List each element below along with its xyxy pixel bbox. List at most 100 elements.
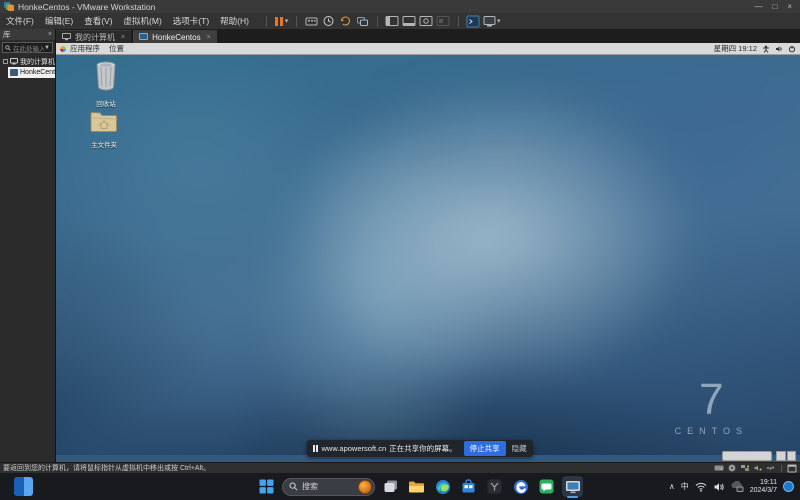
search-highlight-icon[interactable] <box>358 480 372 494</box>
display-settings-button[interactable]: ▾ <box>483 14 501 28</box>
menu-help[interactable]: 帮助(H) <box>220 15 249 27</box>
accessibility-icon[interactable] <box>762 45 770 53</box>
tab-close-icon[interactable]: × <box>207 34 211 41</box>
desktop-icon-label: 主文件夹 <box>82 139 126 149</box>
revert-snapshot-button[interactable] <box>338 14 353 28</box>
places-menu[interactable]: 位置 <box>109 43 124 54</box>
menu-vm[interactable]: 虚拟机(M) <box>124 15 162 27</box>
desktop-icon-trash[interactable]: 回收站 <box>84 60 128 108</box>
computer-icon <box>62 33 71 41</box>
vm-guest-screen[interactable]: 应用程序 位置 星期四 19:12 回收站 <box>56 43 800 462</box>
tray-expand-icon[interactable]: ∧ <box>669 482 675 491</box>
sharing-pause-icon[interactable] <box>313 445 318 452</box>
file-explorer-button[interactable] <box>406 476 427 497</box>
library-close-icon[interactable]: × <box>48 31 52 38</box>
minimize-button[interactable]: — <box>754 0 762 13</box>
vm-icon <box>10 69 18 76</box>
send-ctrl-alt-del-button[interactable] <box>304 14 319 28</box>
screen: HonkeCentos - VMware Workstation — □ × 文… <box>0 0 800 500</box>
gnome-clock[interactable]: 星期四 19:12 <box>714 43 757 54</box>
library-search-input[interactable]: 在此处输入... ▼ <box>2 42 53 53</box>
microsoft-store-button[interactable] <box>458 476 479 497</box>
search-dropdown-icon[interactable]: ▼ <box>44 45 50 51</box>
wifi-icon[interactable] <box>695 482 707 492</box>
thumbnail-panel-icon <box>402 15 416 27</box>
power-pause-button[interactable]: ▾ <box>274 14 289 28</box>
restore-view-icon[interactable] <box>787 464 797 473</box>
tab-label: HonkeCentos <box>152 33 200 42</box>
centos-logo-icon <box>60 46 66 52</box>
menu-tabs[interactable]: 选项卡(T) <box>173 15 209 27</box>
display-caret-icon[interactable]: ▾ <box>497 17 501 25</box>
power-icon[interactable] <box>788 45 796 53</box>
show-library-button[interactable] <box>385 14 400 28</box>
sound-device-icon[interactable] <box>753 464 763 472</box>
keyboard-icon <box>305 15 318 27</box>
library-title: 库 <box>3 29 11 40</box>
menu-file[interactable]: 文件(F) <box>6 15 34 27</box>
maximize-button[interactable]: □ <box>772 0 777 13</box>
volume-icon[interactable] <box>775 45 783 53</box>
window-list-button[interactable] <box>722 451 772 461</box>
tray-app-icon[interactable] <box>731 481 744 492</box>
stop-sharing-button[interactable]: 停止共享 <box>464 441 506 456</box>
fullscreen-button[interactable] <box>419 14 434 28</box>
browser-e-button[interactable] <box>510 476 531 497</box>
ime-indicator[interactable]: 中 <box>681 481 689 492</box>
harddisk-icon[interactable] <box>714 464 724 472</box>
tab-honkecentos[interactable]: HonkeCentos × <box>133 30 217 43</box>
search-icon <box>5 45 11 51</box>
manage-snapshots-button[interactable] <box>355 14 370 28</box>
task-view-button[interactable] <box>380 476 401 497</box>
taskbar-search-input[interactable]: 搜索 <box>282 478 375 496</box>
usb-device-icon[interactable] <box>766 464 776 472</box>
menu-edit[interactable]: 编辑(E) <box>45 15 73 27</box>
start-button[interactable] <box>256 476 277 497</box>
tab-my-computer[interactable]: 我的计算机 × <box>56 30 131 43</box>
green-chat-icon <box>539 479 554 494</box>
thumbnail-bar-button[interactable] <box>402 14 417 28</box>
vmware-menubar: 文件(F) 编辑(E) 查看(V) 虚拟机(M) 选项卡(T) 帮助(H) ▾ <box>0 13 800 29</box>
search-placeholder: 搜索 <box>302 481 354 492</box>
close-button[interactable]: × <box>787 0 792 13</box>
speaker-icon[interactable] <box>713 482 725 492</box>
store-icon <box>461 479 476 494</box>
console-view-button[interactable] <box>466 14 481 28</box>
clock-date: 2024/3/7 <box>750 487 777 495</box>
desktop-icon-home[interactable]: 主文件夹 <box>82 109 126 149</box>
camera-clock-icon <box>322 15 335 27</box>
tree-expander-icon[interactable] <box>3 59 8 64</box>
menu-view[interactable]: 查看(V) <box>84 15 112 27</box>
tree-item-honkecentos[interactable]: HonkeCentos <box>8 67 55 78</box>
network-adapter-icon[interactable] <box>740 464 750 472</box>
take-snapshot-button[interactable] <box>321 14 336 28</box>
gnome-topbar: 应用程序 位置 星期四 19:12 <box>56 43 800 55</box>
revert-arrow-icon <box>339 15 352 27</box>
cdrom-icon[interactable] <box>727 464 737 472</box>
applications-menu[interactable]: 应用程序 <box>70 43 100 54</box>
chat-app-button[interactable] <box>536 476 557 497</box>
tree-item-my-computer[interactable]: 我的计算机 <box>0 56 55 67</box>
notification-badge[interactable] <box>783 481 794 492</box>
desktop-wallpaper[interactable] <box>56 55 800 455</box>
console-icon <box>466 15 480 28</box>
power-caret-icon[interactable]: ▾ <box>285 17 289 25</box>
hide-sharing-button[interactable]: 隐藏 <box>512 443 527 454</box>
fullscreen-icon <box>419 15 433 27</box>
library-sidebar: 库 × 在此处输入... ▼ 我的计算机 HonkeCentos <box>0 29 56 462</box>
widgets-icon[interactable] <box>14 477 33 496</box>
tab-close-icon[interactable]: × <box>121 34 125 41</box>
vmware-app-icon <box>565 480 581 494</box>
display-icon <box>483 15 497 28</box>
app-icon-dark[interactable] <box>484 476 505 497</box>
vmware-taskbar-button[interactable] <box>562 476 583 497</box>
vmware-statusbar: 要返回到您的计算机，请将鼠标指针从虚拟机中移出或按 Ctrl+Alt。 <box>0 462 800 473</box>
snapshot-manager-icon <box>356 15 369 27</box>
unity-mode-button[interactable] <box>436 14 451 28</box>
search-placeholder: 在此处输入... <box>13 43 44 53</box>
edge-browser-button[interactable] <box>432 476 453 497</box>
tree-item-label: 我的计算机 <box>20 57 55 67</box>
tray-clock[interactable]: 19:11 2024/3/7 <box>750 479 777 495</box>
workspace-switcher[interactable] <box>776 451 796 461</box>
tab-label: 我的计算机 <box>75 32 115 43</box>
